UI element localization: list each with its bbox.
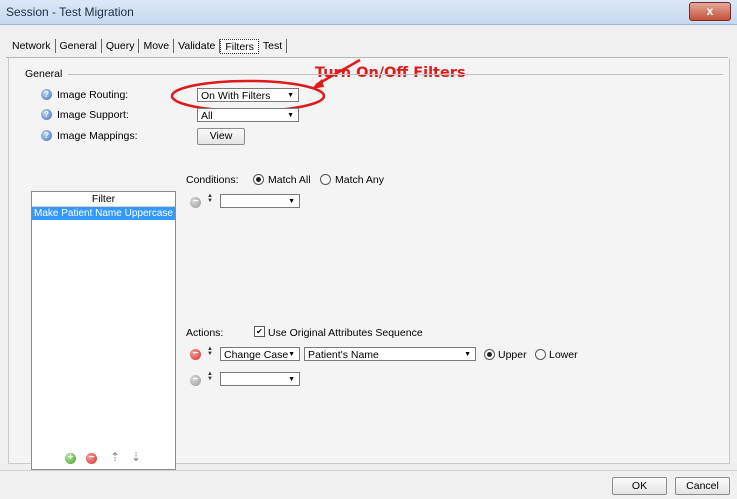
help-icon[interactable]: ? — [41, 89, 52, 100]
chevron-down-icon: ▼ — [464, 351, 471, 358]
lower-label: Lower — [549, 349, 578, 361]
chevron-down-icon: ▼ — [288, 198, 295, 205]
move-down-icon[interactable]: ⇣ — [131, 450, 141, 464]
upper-radio[interactable] — [484, 349, 495, 360]
window-title: Session - Test Migration — [6, 5, 134, 19]
match-all-label: Match All — [268, 174, 311, 186]
image-mappings-label: Image Mappings: — [57, 130, 138, 142]
title-bar: Session - Test Migration x — [0, 0, 737, 25]
match-all-radio[interactable] — [253, 174, 264, 185]
chevron-down-icon: ▼ — [287, 92, 294, 99]
use-original-label: Use Original Attributes Sequence — [268, 327, 423, 339]
general-group-label: General — [25, 68, 63, 80]
help-icon[interactable]: ? — [41, 109, 52, 120]
reorder-arrows-icon[interactable]: ▲ ▼ — [207, 371, 213, 382]
match-any-label: Match Any — [335, 174, 385, 186]
filter-list[interactable]: Filter Make Patient Name Uppercase — [31, 191, 176, 470]
lower-radio[interactable] — [535, 349, 546, 360]
close-button[interactable]: x — [689, 2, 731, 21]
image-routing-value: On With Filters — [201, 90, 271, 102]
attribute-combo[interactable]: Patient's Name ▼ — [304, 347, 476, 361]
image-support-label: Image Support: — [57, 109, 129, 121]
reorder-arrows-icon[interactable]: ▲ ▼ — [207, 346, 213, 357]
upper-label: Upper — [498, 349, 527, 361]
list-item[interactable]: Make Patient Name Uppercase — [32, 207, 175, 220]
dialog-footer: OK Cancel — [0, 470, 737, 499]
chevron-down-icon: ▼ — [287, 112, 294, 119]
use-original-checkbox[interactable]: ✔ — [254, 326, 265, 337]
ok-button[interactable]: OK — [612, 477, 667, 495]
remove-action-icon[interactable]: − — [190, 375, 201, 386]
chevron-down-icon: ▼ — [288, 351, 295, 358]
move-up-icon[interactable]: ⇡ — [110, 450, 120, 464]
cancel-button[interactable]: Cancel — [675, 477, 730, 495]
image-support-value: All — [201, 110, 213, 122]
add-filter-icon[interactable]: + — [65, 453, 76, 464]
remove-filter-icon[interactable]: − — [86, 453, 97, 464]
general-group-line — [68, 74, 723, 75]
action-type-combo[interactable]: Change Case ▼ — [220, 347, 300, 361]
dialog-body: Network General Query Move Validate Filt… — [0, 25, 737, 499]
help-icon[interactable]: ? — [41, 130, 52, 141]
actions-label: Actions: — [186, 327, 224, 339]
image-support-combo[interactable]: All ▼ — [197, 108, 299, 122]
remove-condition-icon[interactable]: − — [190, 197, 201, 208]
new-action-combo[interactable]: ▼ — [220, 372, 300, 386]
action-type-value: Change Case — [224, 349, 289, 361]
remove-action-icon[interactable]: − — [190, 349, 201, 360]
chevron-down-icon: ▼ — [288, 376, 295, 383]
view-mappings-button[interactable]: View — [197, 128, 245, 145]
image-routing-combo[interactable]: On With Filters ▼ — [197, 88, 299, 102]
attribute-value: Patient's Name — [308, 349, 379, 361]
filter-list-header: Filter — [32, 192, 175, 207]
reorder-arrows-icon[interactable]: ▲ ▼ — [207, 193, 213, 204]
conditions-label: Conditions: — [186, 174, 239, 186]
match-any-radio[interactable] — [320, 174, 331, 185]
image-routing-label: Image Routing: — [57, 89, 129, 101]
condition-combo[interactable]: ▼ — [220, 194, 300, 208]
